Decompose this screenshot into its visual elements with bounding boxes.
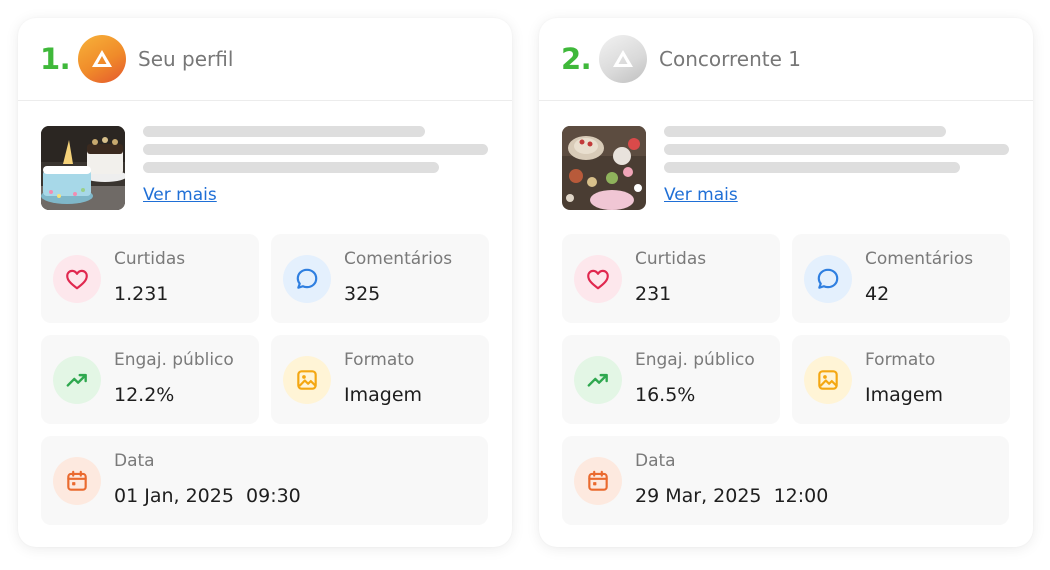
- stat-value: Imagem: [344, 384, 423, 406]
- trending-up-icon: [53, 356, 101, 404]
- format-stat: Formato Imagem: [271, 335, 489, 424]
- stat-label: Comentários: [865, 249, 974, 269]
- chat-bubble-icon: [804, 255, 852, 303]
- trending-up-icon: [574, 356, 622, 404]
- heart-icon: [53, 255, 101, 303]
- stat-value: Imagem: [865, 384, 944, 406]
- engagement-stat: Engaj. público 12.2%: [41, 335, 259, 424]
- stat-label: Formato: [865, 350, 936, 370]
- chat-bubble-icon: [283, 255, 331, 303]
- post-preview: Ver mais: [562, 126, 1010, 210]
- post-thumbnail[interactable]: [41, 126, 125, 210]
- stat-label: Curtidas: [114, 249, 186, 269]
- profile-card-2: 2. Concorrente 1 Ver mais Curtidas 231 C…: [539, 18, 1033, 547]
- stat-label: Data: [635, 451, 676, 471]
- stat-label: Engaj. público: [635, 350, 755, 370]
- calendar-icon: [574, 457, 622, 505]
- post-preview: Ver mais: [41, 126, 489, 210]
- date-stat: Data 29 Mar, 2025 12:00: [562, 436, 1009, 525]
- likes-stat: Curtidas 231: [562, 234, 780, 323]
- stat-label: Data: [114, 451, 155, 471]
- stat-value: 01 Jan, 2025 09:30: [114, 485, 301, 507]
- likes-stat: Curtidas 1.231: [41, 234, 259, 323]
- stat-value: 231: [635, 283, 672, 305]
- comments-stat: Comentários 325: [271, 234, 489, 323]
- brand-logo-icon: [599, 35, 647, 83]
- stat-value: 42: [865, 283, 890, 305]
- stat-value: 29 Mar, 2025 12:00: [635, 485, 829, 507]
- format-stat: Formato Imagem: [792, 335, 1010, 424]
- stat-value: 325: [344, 283, 381, 305]
- comments-stat: Comentários 42: [792, 234, 1010, 323]
- post-thumbnail[interactable]: [562, 126, 646, 210]
- date-stat: Data 01 Jan, 2025 09:30: [41, 436, 488, 525]
- card-title: Concorrente 1: [659, 47, 801, 71]
- see-more-link[interactable]: Ver mais: [143, 185, 217, 205]
- card-title: Seu perfil: [138, 47, 234, 71]
- rank-number: 2.: [561, 42, 592, 76]
- card-header: 1. Seu perfil: [18, 18, 512, 101]
- image-icon: [283, 356, 331, 404]
- text-placeholder-line: [143, 144, 488, 155]
- text-placeholder-line: [143, 126, 425, 137]
- stat-label: Formato: [344, 350, 415, 370]
- see-more-link[interactable]: Ver mais: [664, 185, 738, 205]
- text-placeholder-line: [664, 162, 960, 173]
- stat-value: 16.5%: [635, 384, 696, 406]
- image-icon: [804, 356, 852, 404]
- stat-label: Comentários: [344, 249, 453, 269]
- stat-value: 1.231: [114, 283, 169, 305]
- heart-icon: [574, 255, 622, 303]
- card-header: 2. Concorrente 1: [539, 18, 1033, 101]
- profile-card-1: 1. Seu perfil Ver mais Curtidas 1.231 Co…: [18, 18, 512, 547]
- text-placeholder-line: [664, 126, 946, 137]
- stat-label: Engaj. público: [114, 350, 234, 370]
- stat-value: 12.2%: [114, 384, 175, 406]
- rank-number: 1.: [40, 42, 71, 76]
- stat-label: Curtidas: [635, 249, 707, 269]
- engagement-stat: Engaj. público 16.5%: [562, 335, 780, 424]
- text-placeholder-line: [143, 162, 439, 173]
- text-placeholder-line: [664, 144, 1009, 155]
- brand-logo-icon: [78, 35, 126, 83]
- calendar-icon: [53, 457, 101, 505]
